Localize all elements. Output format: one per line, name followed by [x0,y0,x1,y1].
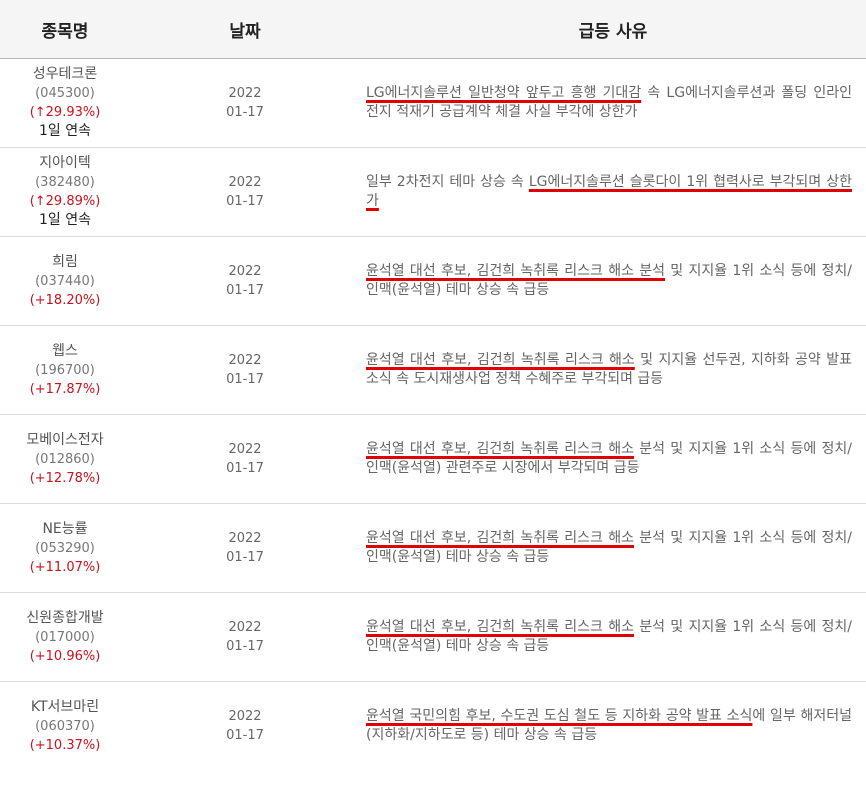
reason-cell: 윤석열 대선 후보, 김건희 녹취록 리스크 해소 분석 및 지지율 1위 소식… [360,414,866,504]
table-row: 웹스 (196700) (+17.87%) 2022 01-17 윤석열 대선 … [0,325,866,415]
table-row: 모베이스전자 (012860) (+12.78%) 2022 01-17 윤석열… [0,414,866,504]
date-cell: 2022 01-17 [130,592,360,682]
stock-name[interactable]: 신원종합개발 [0,609,130,628]
stock-name[interactable]: 모베이스전자 [0,431,130,450]
date-day: 01-17 [226,283,264,298]
col-header-name: 종목명 [0,0,130,59]
date-day: 01-17 [226,461,264,476]
table-row: 성우테크론 (045300) (↑29.93%) 1일 연속 2022 01-1… [0,59,866,148]
stock-name[interactable]: 성우테크론 [0,65,130,84]
stock-code: (017000) [35,629,95,645]
date-cell: 2022 01-17 [130,325,360,415]
stock-name[interactable]: KT서브마린 [0,698,130,717]
table-row: 신원종합개발 (017000) (+10.96%) 2022 01-17 윤석열… [0,592,866,682]
stock-code: (012860) [35,451,95,467]
table-row: KT서브마린 (060370) (+10.37%) 2022 01-17 윤석열… [0,681,866,771]
reason-cell: 윤석열 국민의힘 후보, 수도권 도심 철도 등 지하화 공약 발표 소식에 일… [360,681,866,771]
col-header-date: 날짜 [130,0,360,59]
stock-rate: (+18.20%) [29,292,101,308]
reason-cell: 윤석열 대선 후보, 김건희 녹취록 리스크 해소 및 지지율 선두권, 지하화… [360,325,866,415]
stock-cell: 성우테크론 (045300) (↑29.93%) 1일 연속 [0,59,130,148]
reason-cell: 윤석열 대선 후보, 김건희 녹취록 리스크 해소 분석 및 지지율 1위 소식… [360,592,866,682]
reason-cell: 윤석열 대선 후보, 김건희 녹취록 리스크 해소 분석 및 지지율 1위 소식… [360,236,866,326]
stock-rate: (+10.96%) [29,648,101,664]
date-cell: 2022 01-17 [130,414,360,504]
reason-highlight: 윤석열 대선 후보, 김건희 녹취록 리스크 해소 [366,441,634,457]
date-cell: 2022 01-17 [130,503,360,593]
reason-highlight: 윤석열 국민의힘 후보, 수도권 도심 철도 등 지하화 공약 발표 소식 [366,708,753,725]
stock-name[interactable]: 웹스 [0,342,130,361]
stock-cell: 웹스 (196700) (+17.87%) [0,325,130,415]
date-cell: 2022 01-17 [130,681,360,771]
date-year: 2022 [228,709,262,725]
date-cell: 2022 01-17 [130,236,360,326]
stock-code: (053290) [35,540,95,556]
stock-cell: 지아이텍 (382480) (↑29.89%) 1일 연속 [0,147,130,237]
stock-cell: NE능률 (053290) (+11.07%) [0,503,130,593]
stock-name[interactable]: NE능률 [0,520,130,539]
reason-highlight: 윤석열 대선 후보, 김건희 녹취록 리스크 해소 [366,619,634,635]
stock-streak: 1일 연속 [39,212,91,228]
reason-highlight: 윤석열 대선 후보, 김건희 녹취록 리스크 해소 [366,530,634,546]
date-cell: 2022 01-17 [130,147,360,237]
stock-code: (382480) [35,175,95,190]
stock-code: (037440) [35,273,95,289]
date-year: 2022 [228,353,262,368]
stock-cell: KT서브마린 (060370) (+10.37%) [0,681,130,771]
reason-highlight: 윤석열 대선 후보, 김건희 녹취록 리스크 해소 [366,352,635,368]
stock-code: (196700) [35,362,95,378]
stock-name[interactable]: 지아이텍 [0,154,130,173]
date-year: 2022 [228,531,262,546]
surge-stock-table: 종목명 날짜 급등 사유 성우테크론 (045300) (↑29.93%) 1일… [0,0,866,771]
stock-rate: (+10.37%) [29,737,101,753]
table-row: 희림 (037440) (+18.20%) 2022 01-17 윤석열 대선 … [0,236,866,326]
stock-code: (060370) [35,718,95,734]
reason-cell: LG에너지솔루션 일반청약 앞두고 흥행 기대감 속 LG에너지솔루션과 폴딩 … [360,59,866,148]
date-day: 01-17 [226,105,264,120]
table-header-row: 종목명 날짜 급등 사유 [0,0,866,59]
table-row: NE능률 (053290) (+11.07%) 2022 01-17 윤석열 대… [0,503,866,593]
date-day: 01-17 [226,194,264,209]
stock-name[interactable]: 희림 [0,253,130,272]
date-year: 2022 [228,442,262,457]
stock-cell: 신원종합개발 (017000) (+10.96%) [0,592,130,682]
stock-cell: 모베이스전자 (012860) (+12.78%) [0,414,130,504]
reason-highlight: 윤석열 대선 후보, 김건희 녹취록 리스크 해소 분석 [366,263,666,279]
stock-rate: (+11.07%) [29,559,101,575]
table-row: 지아이텍 (382480) (↑29.89%) 1일 연속 2022 01-17… [0,147,866,237]
stock-rate: (↑29.93%) [29,105,101,120]
date-cell: 2022 01-17 [130,59,360,148]
date-year: 2022 [228,620,262,635]
stock-rate: (↑29.89%) [29,194,101,209]
stock-streak: 1일 연속 [39,123,91,139]
reason-text-prefix: 일부 2차전지 테마 상승 속 [366,174,529,190]
stock-rate: (+17.87%) [29,381,101,397]
date-year: 2022 [228,175,262,190]
date-day: 01-17 [226,550,264,565]
date-year: 2022 [228,86,262,101]
date-day: 01-17 [226,639,264,654]
stock-code: (045300) [35,86,95,101]
date-day: 01-17 [226,728,264,744]
reason-cell: 일부 2차전지 테마 상승 속 LG에너지솔루션 슬롯다이 1위 협력사로 부각… [360,147,866,237]
stock-rate: (+12.78%) [29,470,101,486]
date-year: 2022 [228,264,262,279]
col-header-reason: 급등 사유 [360,0,866,59]
date-day: 01-17 [226,372,264,387]
reason-highlight: LG에너지솔루션 일반청약 앞두고 흥행 기대감 [366,85,642,101]
stock-cell: 희림 (037440) (+18.20%) [0,236,130,326]
reason-cell: 윤석열 대선 후보, 김건희 녹취록 리스크 해소 분석 및 지지율 1위 소식… [360,503,866,593]
